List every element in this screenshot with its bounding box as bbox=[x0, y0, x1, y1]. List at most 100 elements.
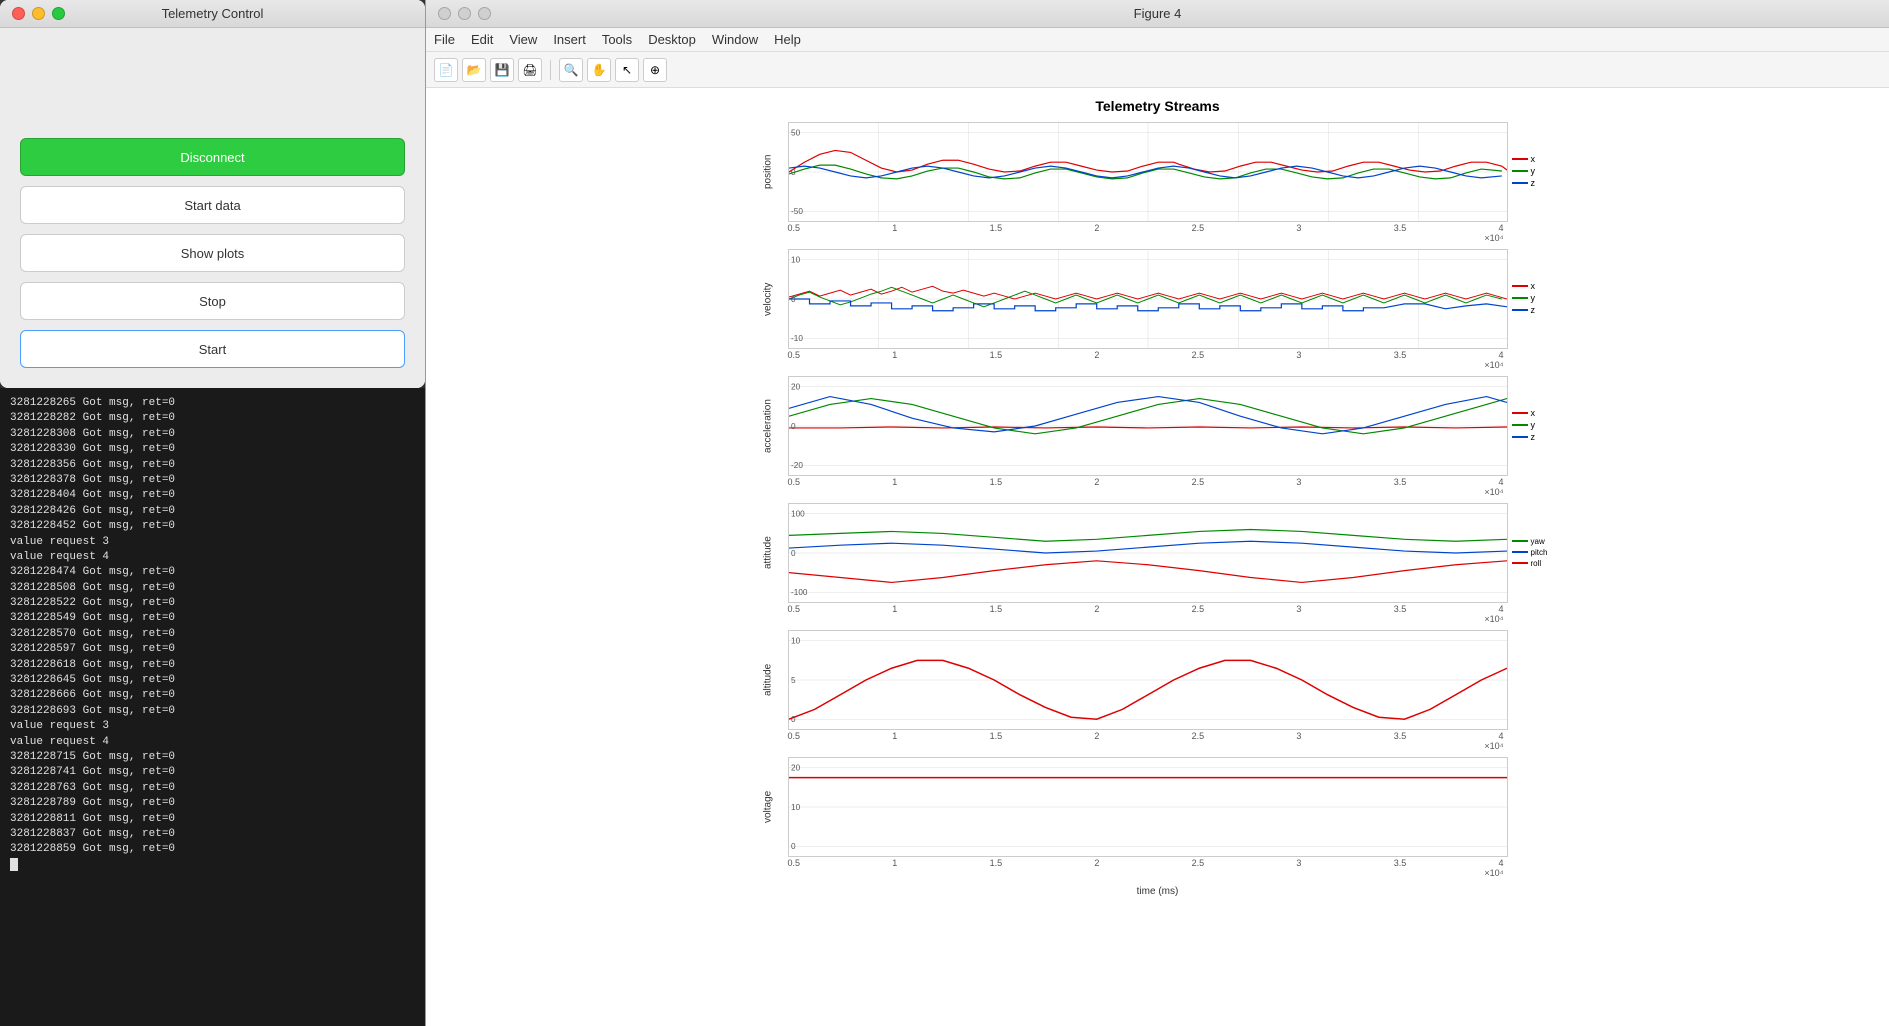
console-line: 3281228522 Got msg, ret=0 bbox=[10, 596, 415, 611]
figure-toolbar: 📄 📂 💾 🖨 🔍 ✋ ↖ ⊕ bbox=[426, 52, 1889, 88]
attitude-x-labels: 0.511.522.533.54 bbox=[748, 604, 1568, 614]
svg-text:-10: -10 bbox=[791, 334, 803, 343]
position-x-labels: 0.511.522.533.54 bbox=[748, 223, 1568, 233]
acceleration-x-labels: 0.511.522.533.54 bbox=[748, 477, 1568, 487]
close-button[interactable] bbox=[12, 7, 25, 20]
attitude-x-scale: ×10⁴ bbox=[748, 614, 1568, 624]
altitude-x-labels: 0.511.522.533.54 bbox=[748, 731, 1568, 741]
menu-item-insert[interactable]: Insert bbox=[553, 32, 586, 47]
console-line: 3281228859 Got msg, ret=0 bbox=[10, 842, 415, 857]
attitude-legend: yaw pitch roll bbox=[1508, 503, 1568, 603]
svg-text:0: 0 bbox=[791, 549, 796, 558]
menu-item-window[interactable]: Window bbox=[712, 32, 758, 47]
figure-titlebar-buttons bbox=[438, 7, 491, 20]
console-line: 3281228618 Got msg, ret=0 bbox=[10, 658, 415, 673]
console-line: 3281228452 Got msg, ret=0 bbox=[10, 519, 415, 534]
acceleration-x-scale: ×10⁴ bbox=[748, 487, 1568, 497]
console-line: 3281228549 Got msg, ret=0 bbox=[10, 611, 415, 626]
svg-text:20: 20 bbox=[791, 383, 801, 392]
control-titlebar: Telemetry Control bbox=[0, 0, 425, 28]
minimize-button[interactable] bbox=[32, 7, 45, 20]
start-button[interactable]: Start bbox=[20, 330, 405, 368]
svg-text:100: 100 bbox=[791, 510, 805, 519]
control-window: Telemetry Control Disconnect Start data … bbox=[0, 0, 425, 388]
menu-item-tools[interactable]: Tools bbox=[602, 32, 632, 47]
console-line: 3281228356 Got msg, ret=0 bbox=[10, 458, 415, 473]
menu-item-edit[interactable]: Edit bbox=[471, 32, 493, 47]
svg-text:-20: -20 bbox=[791, 461, 803, 470]
menu-item-file[interactable]: File bbox=[434, 32, 455, 47]
console-line: 3281228715 Got msg, ret=0 bbox=[10, 750, 415, 765]
svg-text:10: 10 bbox=[791, 637, 801, 646]
console-line: 3281228570 Got msg, ret=0 bbox=[10, 627, 415, 642]
titlebar-buttons bbox=[12, 7, 65, 20]
altitude-x-scale: ×10⁴ bbox=[748, 741, 1568, 751]
print-icon[interactable]: 🖨 bbox=[518, 58, 542, 82]
console-line: 3281228693 Got msg, ret=0 bbox=[10, 704, 415, 719]
acceleration-chart-container: acceleration 20 0 -20 bbox=[748, 376, 1568, 499]
show-plots-button[interactable]: Show plots bbox=[20, 234, 405, 272]
start-data-button[interactable]: Start data bbox=[20, 186, 405, 224]
svg-text:10: 10 bbox=[791, 803, 801, 812]
plots-area: Telemetry Streams position bbox=[426, 88, 1889, 1026]
console-area: 3281228265 Got msg, ret=03281228282 Got … bbox=[0, 388, 425, 1026]
toolbar-separator-1 bbox=[550, 60, 551, 80]
figure-maximize-button[interactable] bbox=[478, 7, 491, 20]
velocity-x-scale: ×10⁴ bbox=[748, 360, 1568, 370]
voltage-legend bbox=[1508, 757, 1568, 857]
altitude-legend bbox=[1508, 630, 1568, 730]
top-spacer bbox=[20, 48, 405, 128]
menu-item-desktop[interactable]: Desktop bbox=[648, 32, 696, 47]
position-legend: x y z bbox=[1508, 122, 1568, 222]
svg-text:5: 5 bbox=[791, 676, 796, 685]
voltage-chart-container: voltage 20 10 0 0.5 bbox=[748, 757, 1568, 880]
maximize-button[interactable] bbox=[52, 7, 65, 20]
console-cursor-line bbox=[10, 858, 415, 874]
select-icon[interactable]: ↖ bbox=[615, 58, 639, 82]
voltage-y-label: voltage bbox=[748, 757, 788, 857]
acceleration-y-label: acceleration bbox=[748, 376, 788, 476]
console-line: 3281228265 Got msg, ret=0 bbox=[10, 396, 415, 411]
terminal-cursor bbox=[10, 858, 18, 871]
console-line: value request 4 bbox=[10, 735, 415, 750]
menu-item-view[interactable]: View bbox=[509, 32, 537, 47]
console-line: 3281228837 Got msg, ret=0 bbox=[10, 827, 415, 842]
attitude-chart-container: attitude 100 0 -100 bbox=[748, 503, 1568, 626]
menu-item-help[interactable]: Help bbox=[774, 32, 801, 47]
pan-icon[interactable]: ✋ bbox=[587, 58, 611, 82]
svg-text:50: 50 bbox=[791, 129, 801, 138]
velocity-chart-container: velocity bbox=[748, 249, 1568, 372]
voltage-x-labels: 0.511.522.533.54 bbox=[748, 858, 1568, 868]
console-line: 3281228597 Got msg, ret=0 bbox=[10, 642, 415, 657]
svg-text:0: 0 bbox=[791, 715, 796, 724]
console-line: 3281228426 Got msg, ret=0 bbox=[10, 504, 415, 519]
figure-window: Figure 4 File Edit View Insert Tools Desktop W… bbox=[425, 0, 1889, 1026]
acceleration-chart-wrapper: acceleration 20 0 -20 bbox=[748, 376, 1568, 476]
new-figure-icon[interactable]: 📄 bbox=[434, 58, 458, 82]
svg-text:-50: -50 bbox=[791, 207, 803, 216]
zoom-icon[interactable]: 🔍 bbox=[559, 58, 583, 82]
figure-window-title: Figure 4 bbox=[1134, 6, 1182, 21]
console-line: 3281228474 Got msg, ret=0 bbox=[10, 565, 415, 580]
console-line: 3281228666 Got msg, ret=0 bbox=[10, 688, 415, 703]
position-chart-svg: 50 0 -50 bbox=[788, 122, 1508, 222]
figure-menubar: File Edit View Insert Tools Desktop Window Help bbox=[426, 28, 1889, 52]
save-icon[interactable]: 💾 bbox=[490, 58, 514, 82]
altitude-chart-container: altitude 10 5 0 0.5 bbox=[748, 630, 1568, 753]
stop-button[interactable]: Stop bbox=[20, 282, 405, 320]
console-line: 3281228763 Got msg, ret=0 bbox=[10, 781, 415, 796]
voltage-x-scale: ×10⁴ bbox=[748, 868, 1568, 878]
svg-text:0: 0 bbox=[791, 168, 796, 177]
voltage-chart-svg: 20 10 0 bbox=[788, 757, 1508, 857]
position-chart-container: position bbox=[748, 122, 1568, 245]
data-cursor-icon[interactable]: ⊕ bbox=[643, 58, 667, 82]
figure-close-button[interactable] bbox=[438, 7, 451, 20]
open-icon[interactable]: 📂 bbox=[462, 58, 486, 82]
control-body: Disconnect Start data Show plots Stop St… bbox=[0, 28, 425, 388]
altitude-y-label: altitude bbox=[748, 630, 788, 730]
figure-minimize-button[interactable] bbox=[458, 7, 471, 20]
altitude-chart-wrapper: altitude 10 5 0 bbox=[748, 630, 1568, 730]
x-axis-label: time (ms) bbox=[1137, 886, 1179, 897]
velocity-chart-wrapper: velocity bbox=[748, 249, 1568, 349]
disconnect-button[interactable]: Disconnect bbox=[20, 138, 405, 176]
